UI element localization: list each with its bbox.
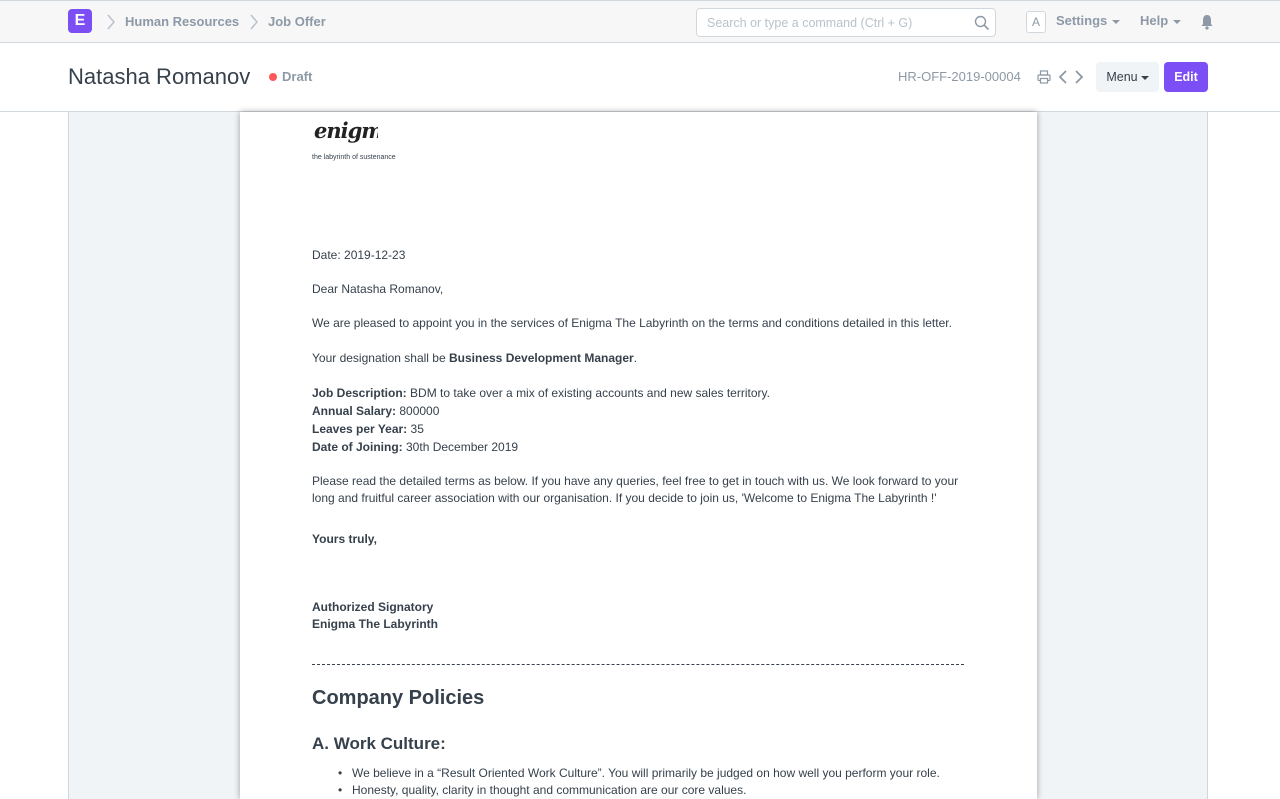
chevron-right-icon — [107, 14, 115, 30]
avatar[interactable]: A — [1026, 11, 1046, 33]
closing-paragraph-line-2: long and fruitful career association wit… — [312, 491, 937, 505]
detail-label: Annual Salary: — [312, 404, 397, 418]
chevron-right-icon — [250, 14, 258, 30]
company-tagline: the labyrinth of sustenance — [312, 154, 396, 161]
edit-button[interactable]: Edit — [1164, 62, 1208, 92]
signoff-text: Yours truly, — [312, 532, 377, 546]
printer-icon[interactable] — [1037, 70, 1051, 84]
detail-value: 35 — [407, 422, 424, 436]
letter-salutation: Dear Natasha Romanov, — [312, 282, 444, 296]
detail-leaves-per-year: Leaves per Year: 35 — [312, 422, 424, 436]
work-culture-list: We believe in a “Result Oriented Work Cu… — [312, 765, 992, 799]
detail-value: 30th December 2019 — [402, 440, 519, 454]
work-culture-heading: A. Work Culture: — [312, 734, 446, 753]
page-head: Natasha Romanov Draft HR-OFF-2019-00004 … — [0, 43, 1280, 112]
signatory-text: Authorized Signatory — [312, 600, 434, 614]
detail-label: Job Description: — [312, 386, 407, 400]
detail-date-of-joining: Date of Joining: 30th December 2019 — [312, 440, 518, 454]
caret-down-icon — [1173, 19, 1182, 24]
signatory-title: Authorized Signatory — [312, 600, 433, 614]
detail-label: Leaves per Year: — [312, 422, 408, 436]
breadcrumb-job-offer[interactable]: Job Offer — [268, 14, 326, 29]
letter-date: Date: 2019-12-23 — [312, 248, 406, 262]
help-label: Help — [1140, 13, 1169, 28]
print-preview-area: enigma the labyrinth of sustenance Date:… — [68, 112, 1208, 799]
search-icon[interactable] — [974, 15, 990, 31]
detail-label: Date of Joining: — [312, 440, 403, 454]
settings-label: Settings — [1056, 13, 1108, 28]
status-badge: Draft — [282, 69, 313, 84]
app-logo-icon[interactable]: E — [68, 9, 92, 33]
caret-down-icon — [1140, 75, 1149, 80]
company-text: Enigma The Labyrinth — [312, 617, 439, 631]
bell-icon[interactable] — [1200, 14, 1214, 30]
section-divider — [312, 664, 964, 665]
help-dropdown[interactable]: Help — [1140, 13, 1182, 28]
navbar: E Human Resources Job Offer A Settings H… — [0, 0, 1280, 43]
letter-signoff: Yours truly, — [312, 532, 377, 546]
settings-dropdown[interactable]: Settings — [1056, 13, 1121, 28]
chevron-right-icon[interactable] — [1074, 69, 1084, 85]
policies-title: Company Policies — [312, 687, 485, 709]
designation-prefix: Your designation shall be — [312, 351, 449, 365]
list-item: Honesty, quality, clarity in thought and… — [312, 782, 992, 799]
menu-button[interactable]: Menu — [1096, 62, 1159, 92]
designation-line: Your designation shall be Business Devel… — [312, 351, 637, 365]
detail-value: BDM to take over a mix of existing accou… — [406, 386, 770, 400]
detail-value: 800000 — [396, 404, 440, 418]
print-sheet: enigma the labyrinth of sustenance Date:… — [240, 112, 1037, 799]
svg-text:enigma: enigma — [314, 118, 378, 143]
letter-intro: We are pleased to appoint you in the ser… — [312, 316, 952, 330]
chevron-left-icon[interactable] — [1058, 69, 1068, 85]
company-logo: enigma — [314, 118, 378, 143]
breadcrumb-human-resources[interactable]: Human Resources — [125, 14, 239, 29]
designation-value: Business Development Manager — [449, 351, 634, 365]
page-title: Natasha Romanov — [68, 64, 251, 89]
caret-down-icon — [1112, 19, 1121, 24]
detail-job-description: Job Description: BDM to take over a mix … — [312, 386, 770, 400]
document-id: HR-OFF-2019-00004 — [898, 69, 1021, 84]
closing-paragraph-line-1: Please read the detailed terms as below.… — [312, 474, 959, 488]
detail-annual-salary: Annual Salary: 800000 — [312, 404, 439, 418]
search-bar — [696, 8, 996, 37]
search-input[interactable] — [697, 9, 967, 36]
designation-suffix: . — [633, 351, 638, 365]
status-indicator-dot — [269, 73, 277, 81]
list-item: We believe in a “Result Oriented Work Cu… — [312, 765, 992, 782]
menu-label: Menu — [1106, 70, 1138, 84]
signatory-company: Enigma The Labyrinth — [312, 617, 438, 631]
